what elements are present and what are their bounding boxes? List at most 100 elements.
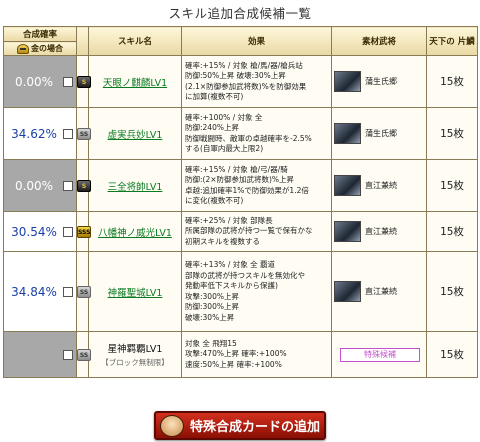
effect-line: 所属部隊の武将が持つ一覧で保有かな [185,226,313,236]
effect-cell: 確率:+100% / 対象 全防御:240%上昇 防御戦闘時、敵軍の卓越確率を-2… [181,107,332,160]
select-checkbox[interactable] [63,180,73,191]
effect-cell: 確率:+13% / 対象 全 覇道 部隊の武将が持つスキルを無効化や 発動率低下スキ… [181,251,332,332]
effect-line: 破壊:30%上昇 [185,312,235,322]
effect-line: 発動率低下スキルから保護) [185,281,278,290]
header-rate: 合成確率 [3,26,77,42]
effect-line: 攻撃:470%上昇 確率:+100% [185,349,287,359]
effect-line: する(自軍内最大上限2) [185,144,264,153]
header-rarity-blank [76,26,89,56]
effect-line: 攻撃:300%上昇 [185,291,239,301]
effect-line: 防御:300%上昇 [185,302,239,311]
effect-cell: 確率:+15% / 対象 槍/弓/器/騎 防御:(2×防御参加武将数)%上昇 卓越:… [181,159,332,212]
rarity-badge: S [77,179,91,192]
table-row: 34.84% SS 神羅聖城LV1 確率:+13% / 対象 全 覇道 部隊の武将… [3,251,478,332]
source-general-name: 蒲生氏郷 [365,129,397,138]
effect-line: 対象 全 飛翔15 [185,338,237,348]
skill-name-link[interactable]: 神羅聖城LV1 [108,288,163,299]
effect-line: 初期スキルを複数する [185,236,260,246]
rate-cell: 30.54% [3,211,77,252]
rarity-cell: SS [76,251,91,332]
rarity-badge: SSS [77,225,91,238]
add-special-card-button[interactable]: 特殊合成カードの追加 [154,411,326,440]
rarity-cell: SS [76,107,91,160]
source-general-name: 直江兼続 [365,181,397,190]
rarity-cell: S [76,159,91,212]
effect-cell: 確率:+15% / 対象 槍/馬/器/槍兵站 防御:50%上昇 破壊:30%上昇(… [181,55,332,108]
heaven-count-cell: 15枚 [426,251,478,332]
skill-name-link[interactable]: 八幡神ノ威光LV1 [98,228,172,239]
effect-line: 確率:+15% / 対象 槍/弓/器/騎 [185,164,288,174]
heaven-count-cell: 15枚 [426,211,478,252]
select-checkbox[interactable] [63,226,73,237]
rate-cell: 34.62% [3,107,77,160]
select-checkbox[interactable] [63,349,73,360]
select-checkbox[interactable] [63,286,73,297]
source-general-name: 蒲生氏郷 [365,77,397,86]
rarity-badge: SS [77,127,91,140]
effect-line: 部隊の武将が持つスキルを無効化や [185,270,305,280]
table-row: 34.62% SS 虚実兵妙LV1 確率:+100% / 対象 全防御:240%… [3,107,478,160]
rate-value: 0.00% [14,178,54,193]
header-effect: 効果 [181,26,332,56]
rarity-badge: S [77,75,91,88]
source-cell: 特殊候補 [331,331,427,378]
rate-value: 30.54% [11,224,57,239]
effect-cell: 確率:+25% / 対象 部隊長 所属部隊の武将が持つ一覧で保有かな 初期スキルを複… [181,211,332,252]
skill-cell: 三全将帥LV1 [88,159,182,212]
rate-value: 34.62% [11,126,57,141]
rarity-cell: S [76,55,91,108]
rarity-badge: SS [77,348,91,361]
skill-name-link[interactable]: 虚実兵妙LV1 [108,130,163,141]
rate-value: 34.84% [11,284,57,299]
header-heaven-count: 天下の 片鱗 [426,26,478,56]
rate-cell [3,331,77,378]
general-portrait [334,123,361,144]
source-cell: 直江兼続 [331,159,427,212]
effect-line: 防御:240%上昇 [185,123,239,132]
special-candidate-badge[interactable]: 特殊候補 [340,347,420,362]
header-skill-name: スキル名 [88,26,182,56]
skill-cell: 星神羁覇LV1 【ブロック無制限】 [88,331,182,378]
rate-cell: 0.00% [3,55,77,108]
table-row: 0.00% S 天眼ノ麒麟LV1 確率:+15% / 対象 槍/馬/器/槍兵站防… [3,55,478,108]
effect-line: 速度:50%上昇 確率:+100% [185,359,282,369]
skill-name-link[interactable]: 三全将帥LV1 [108,182,163,193]
skill-cell: 天眼ノ麒麟LV1 [88,55,182,108]
source-cell: 蒲生氏郷 [331,55,427,108]
general-portrait [334,281,361,302]
effect-line: 確率:+100% / 対象 全 [185,112,263,122]
rate-cell: 0.00% [3,159,77,212]
rarity-cell: SS [76,331,91,378]
source-general-name: 直江兼続 [365,227,397,236]
select-checkbox[interactable] [63,128,73,139]
table-row: SS 星神羁覇LV1 【ブロック無制限】 対象 全 飛翔15 攻撃:470%上昇 … [3,331,478,378]
rarity-cell: SSS [76,211,91,252]
effect-line: 防御戦闘時、敵軍の卓越確率を-2.5% [185,133,312,143]
effect-line: 確率:+25% / 対象 部隊長 [185,215,273,225]
skill-cell: 八幡神ノ威光LV1 [88,211,182,252]
skill-cell: 虚実兵妙LV1 [88,107,182,160]
skill-name-link[interactable]: 天眼ノ麒麟LV1 [103,78,167,89]
source-cell: 蒲生氏郷 [331,107,427,160]
select-checkbox[interactable] [63,76,73,87]
page-title: スキル追加合成候補一覧 [168,6,312,21]
effect-line: 防御:50%上昇 破壊:30%上昇 [185,71,286,80]
effect-line: 卓越:追加確率1%で防御効果が1.2倍 [185,185,309,195]
king-icon [17,43,29,54]
effect-line: 確率:+13% / 対象 全 覇道 [185,260,276,269]
effect-line: に変化(複数不可) [185,196,244,205]
character-face-icon [159,414,184,437]
header-king-case: 金の場合 [3,41,77,56]
effect-line: (2.1×防御参加武将数)%を防御効果 [185,81,307,91]
effect-line: 確率:+15% / 対象 槍/馬/器/槍兵站 [185,60,303,70]
effect-cell: 対象 全 飛翔15 攻撃:470%上昇 確率:+100% 速度:50%上昇 確率:+… [181,331,332,378]
effect-line: に加算(複数不可) [185,92,244,101]
heaven-count-cell: 15枚 [426,331,478,378]
rarity-badge: SS [77,285,91,298]
source-cell: 直江兼続 [331,211,427,252]
add-special-card-label: 特殊合成カードの追加 [189,420,320,435]
heaven-count-cell: 15枚 [426,107,478,160]
header-source: 素材武将 [331,26,427,56]
rate-cell: 34.84% [3,251,77,332]
heaven-count-cell: 15枚 [426,159,478,212]
